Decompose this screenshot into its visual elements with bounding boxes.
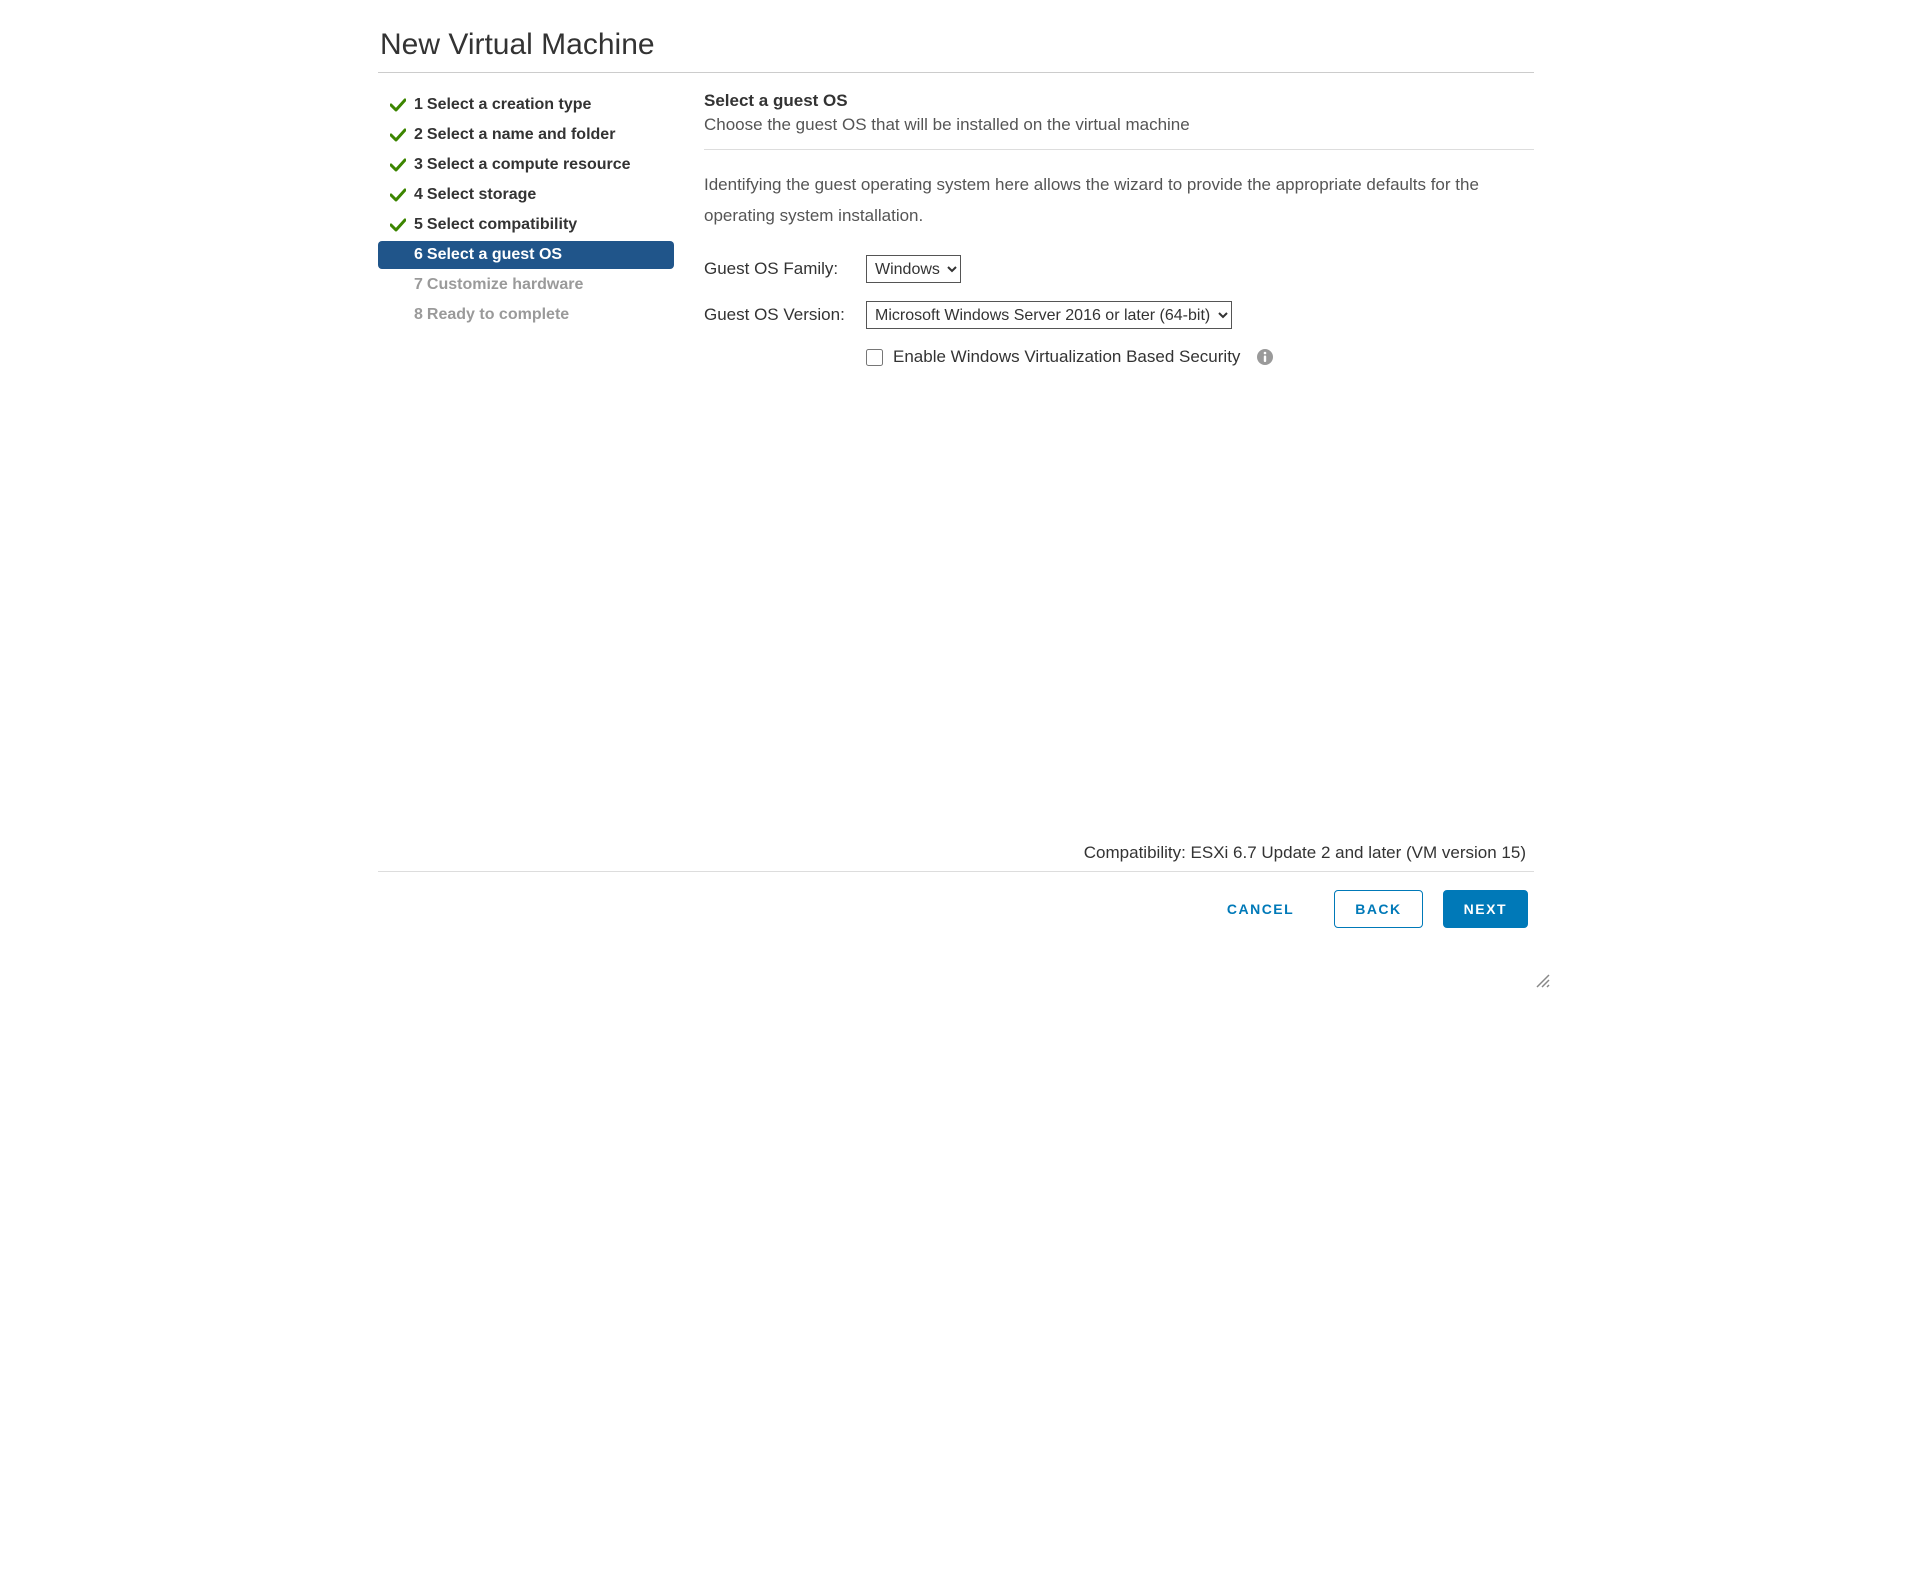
dialog-footer: CANCEL BACK NEXT — [378, 890, 1534, 928]
step-guest-os[interactable]: 6 Select a guest OS — [378, 241, 674, 269]
step-number: 4 — [414, 186, 423, 204]
footer-divider — [378, 871, 1534, 872]
checkmark-icon — [390, 218, 408, 232]
step-creation-type[interactable]: 1 Select a creation type — [378, 91, 674, 119]
step-compatibility[interactable]: 5 Select compatibility — [378, 211, 674, 239]
step-ready-complete[interactable]: 8 Ready to complete — [378, 301, 674, 329]
vbs-row: Enable Windows Virtualization Based Secu… — [866, 347, 1534, 367]
step-number: 7 — [414, 276, 423, 294]
resize-handle-icon[interactable] — [1536, 974, 1550, 988]
info-icon[interactable] — [1256, 348, 1274, 366]
main-panel: Select a guest OS Choose the guest OS th… — [674, 91, 1534, 871]
guest-os-version-row: Guest OS Version: Microsoft Windows Serv… — [704, 301, 1534, 329]
step-name-folder[interactable]: 2 Select a name and folder — [378, 121, 674, 149]
vbs-label: Enable Windows Virtualization Based Secu… — [893, 347, 1240, 367]
step-label: Select a guest OS — [427, 246, 562, 264]
step-number: 1 — [414, 96, 423, 114]
guest-os-family-row: Guest OS Family: Windows — [704, 255, 1534, 283]
title-divider — [378, 72, 1534, 73]
vbs-checkbox[interactable] — [866, 349, 883, 366]
checkmark-icon — [390, 158, 408, 172]
compatibility-text: Compatibility: ESXi 6.7 Update 2 and lat… — [1084, 843, 1526, 863]
checkmark-icon — [390, 128, 408, 142]
dialog-body: 1 Select a creation type 2 Select a name… — [378, 91, 1534, 871]
step-label: Select a creation type — [427, 96, 592, 114]
dialog-title: New Virtual Machine — [378, 28, 1534, 62]
wizard-steps-sidebar: 1 Select a creation type 2 Select a name… — [378, 91, 674, 331]
step-label: Ready to complete — [427, 306, 569, 324]
step-compute-resource[interactable]: 3 Select a compute resource — [378, 151, 674, 179]
step-number: 2 — [414, 126, 423, 144]
panel-description: Identifying the guest operating system h… — [704, 170, 1534, 231]
checkmark-icon — [390, 188, 408, 202]
step-number: 8 — [414, 306, 423, 324]
guest-os-version-label: Guest OS Version: — [704, 305, 866, 325]
step-label: Select a name and folder — [427, 126, 616, 144]
panel-subtitle: Choose the guest OS that will be install… — [704, 115, 1534, 135]
step-label: Select storage — [427, 186, 536, 204]
cancel-button[interactable]: CANCEL — [1207, 891, 1314, 927]
back-button[interactable]: BACK — [1334, 890, 1422, 928]
checkmark-icon — [390, 98, 408, 112]
step-customize-hardware[interactable]: 7 Customize hardware — [378, 271, 674, 299]
step-label: Select a compute resource — [427, 156, 631, 174]
step-label: Customize hardware — [427, 276, 583, 294]
step-number: 3 — [414, 156, 423, 174]
panel-divider — [704, 149, 1534, 150]
guest-os-family-label: Guest OS Family: — [704, 259, 866, 279]
step-number: 5 — [414, 216, 423, 234]
step-number: 6 — [414, 246, 423, 264]
guest-os-family-select[interactable]: Windows — [866, 255, 961, 283]
guest-os-version-select[interactable]: Microsoft Windows Server 2016 or later (… — [866, 301, 1232, 329]
next-button[interactable]: NEXT — [1443, 890, 1528, 928]
panel-title: Select a guest OS — [704, 91, 1534, 111]
new-vm-dialog: New Virtual Machine 1 Select a creation … — [360, 0, 1552, 990]
step-label: Select compatibility — [427, 216, 577, 234]
step-storage[interactable]: 4 Select storage — [378, 181, 674, 209]
